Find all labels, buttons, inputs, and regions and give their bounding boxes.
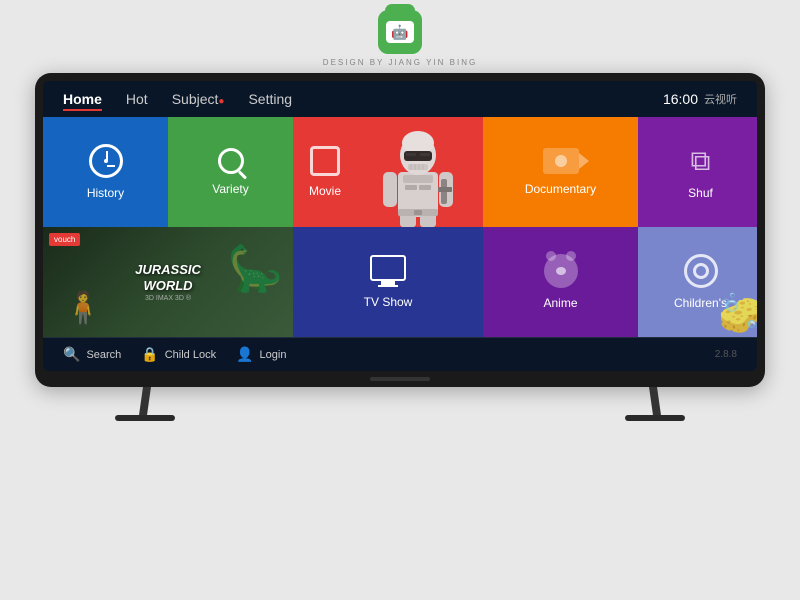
tile-documentary[interactable]: Documentary: [483, 117, 638, 227]
tile-tvshow[interactable]: TV Show: [293, 227, 483, 337]
nav-item-home[interactable]: Home: [63, 91, 102, 107]
tile-movie[interactable]: Movie: [293, 117, 483, 227]
bottom-bar: 🔍 Search 🔒 Child Lock 👤 Login 2.8.8: [43, 337, 757, 371]
nav-time-area: 16:00 云视听: [663, 91, 737, 107]
nav-item-subject[interactable]: Subject●: [172, 91, 225, 107]
tv-screen: Home Hot Subject● Setting 16:00 云视听: [43, 81, 757, 371]
search-button[interactable]: 🔍 Search: [63, 346, 121, 363]
tile-history[interactable]: History: [43, 117, 168, 227]
tvshow-icon: [370, 255, 406, 281]
content-grid: History Variety: [43, 117, 757, 337]
dino-icon: 🦕: [227, 242, 283, 295]
man-figure: 🧍: [63, 289, 103, 327]
movie-icon: [310, 146, 340, 176]
nav-item-setting[interactable]: Setting: [248, 91, 292, 107]
brand-logo: 🤖: [378, 10, 422, 54]
tv-stands: [35, 387, 765, 421]
person-icon: 👤: [236, 346, 253, 363]
documentary-icon: [543, 148, 579, 174]
branding-area: 🤖 DESIGN BY JIANG YIN BING: [323, 0, 477, 73]
version-number: 2.8.8: [715, 349, 737, 360]
lock-icon: 🔒: [141, 346, 158, 363]
vouch-badge: vouch: [49, 233, 80, 246]
tile-variety[interactable]: Variety: [168, 117, 293, 227]
anime-label: Anime: [543, 296, 577, 310]
tvshow-label: TV Show: [364, 295, 413, 309]
shuffle-label: Shuf: [688, 186, 713, 200]
robot-icon: 🤖: [391, 24, 408, 41]
documentary-label: Documentary: [525, 182, 596, 196]
variety-icon: [218, 148, 244, 174]
movie-label: Movie: [309, 184, 341, 198]
children-icon: [684, 254, 718, 288]
tile-voucher[interactable]: vouch 🦕 🧍 JURASSICWORLD 3D IMAX 3D ®: [43, 227, 293, 337]
designer-text: DESIGN BY JIANG YIN BING: [323, 58, 477, 67]
tile-shuffle[interactable]: ⧉ Shuf: [638, 117, 757, 227]
jurassic-subtitle: 3D IMAX 3D ®: [145, 295, 191, 302]
jurassic-title: JURASSICWORLD: [135, 262, 201, 293]
nav-item-hot[interactable]: Hot: [126, 91, 148, 107]
nav-time-display: 16:00: [663, 91, 698, 107]
history-label: History: [87, 186, 124, 200]
search-icon: 🔍: [63, 346, 80, 363]
nav-bar: Home Hot Subject● Setting 16:00 云视听: [43, 81, 757, 117]
shuffle-icon: ⧉: [691, 145, 711, 178]
anime-icon: [544, 254, 578, 288]
tile-anime[interactable]: Anime: [483, 227, 638, 337]
variety-label: Variety: [212, 182, 248, 196]
tv-frame: Home Hot Subject● Setting 16:00 云视听: [35, 73, 765, 387]
spongebob-icon: 🧽: [718, 290, 757, 337]
tile-children[interactable]: Children's 🧽: [638, 227, 757, 337]
nav-tv-brand: 云视听: [704, 91, 737, 107]
stormtrooper-image: [353, 117, 483, 227]
childlock-button[interactable]: 🔒 Child Lock: [141, 346, 216, 363]
login-button[interactable]: 👤 Login: [236, 346, 286, 363]
history-icon: [89, 144, 123, 178]
nav-items: Home Hot Subject● Setting: [63, 91, 663, 107]
